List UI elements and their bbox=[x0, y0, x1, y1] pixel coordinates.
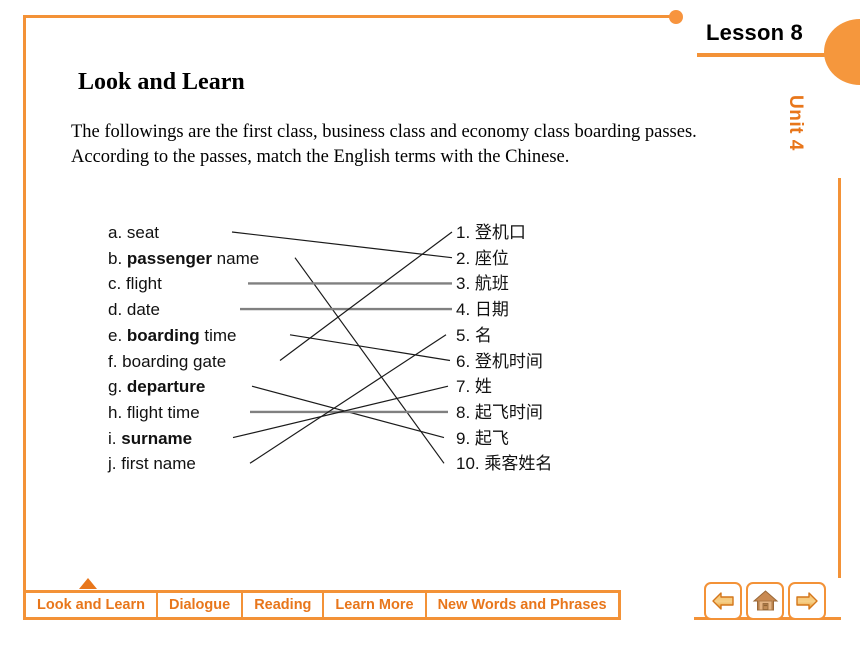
home-icon bbox=[752, 589, 779, 613]
tab-learn-more[interactable]: Learn More bbox=[324, 593, 427, 617]
match-line bbox=[294, 257, 445, 464]
navigation-buttons[interactable] bbox=[704, 582, 826, 620]
active-tab-marker-icon bbox=[79, 578, 97, 589]
tab-dialogue[interactable]: Dialogue bbox=[158, 593, 244, 617]
slide-root: Lesson 8 Unit 4 Look and Learn The follo… bbox=[0, 0, 860, 645]
home-button[interactable] bbox=[746, 582, 784, 620]
left-arrow-icon bbox=[710, 590, 736, 612]
matching-lines bbox=[231, 231, 453, 464]
tab-look-and-learn[interactable]: Look and Learn bbox=[26, 593, 158, 617]
section-tabbar[interactable]: Look and Learn Dialogue Reading Learn More N… bbox=[23, 590, 621, 620]
next-button[interactable] bbox=[788, 582, 826, 620]
match-line bbox=[279, 231, 453, 361]
right-arrow-icon bbox=[794, 590, 820, 612]
match-line bbox=[249, 334, 447, 464]
match-line bbox=[231, 231, 453, 259]
back-button[interactable] bbox=[704, 582, 742, 620]
tab-new-words-and-phrases[interactable]: New Words and Phrases bbox=[427, 593, 618, 617]
tab-reading[interactable]: Reading bbox=[243, 593, 325, 617]
